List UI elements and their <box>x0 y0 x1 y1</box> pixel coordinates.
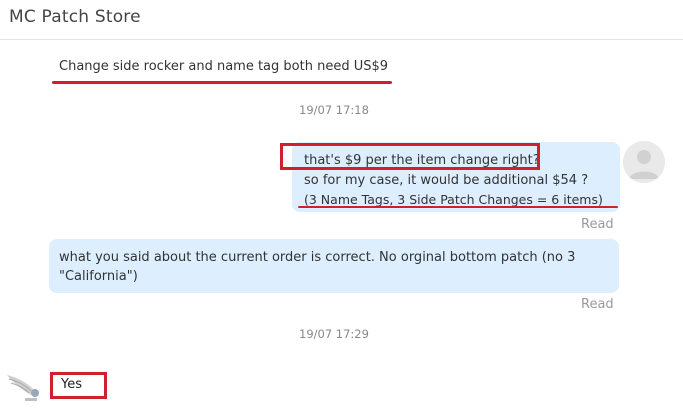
user-message-bubble: what you said about the current order is… <box>49 239 619 293</box>
store-title: MC Patch Store <box>9 7 141 27</box>
store-logo-icon[interactable] <box>5 369 45 403</box>
user-avatar-icon[interactable] <box>623 141 665 183</box>
store-reply-yes: Yes <box>50 372 107 399</box>
chat-header: MC Patch Store <box>0 0 683 40</box>
annotation-underline <box>298 206 618 208</box>
message-line: what you said about the current order is… <box>59 250 576 265</box>
timestamp: 19/07 17:29 <box>299 327 369 341</box>
store-message-price: Change side rocker and name tag both nee… <box>59 59 389 74</box>
read-receipt: Read <box>581 217 614 232</box>
message-text: Yes <box>61 377 82 392</box>
annotation-underline <box>52 81 392 84</box>
read-receipt: Read <box>581 297 614 312</box>
timestamp: 19/07 17:18 <box>299 103 369 117</box>
message-line: so for my case, it would be additional $… <box>304 173 589 188</box>
annotation-box <box>280 143 540 170</box>
message-line: "California") <box>59 269 138 284</box>
